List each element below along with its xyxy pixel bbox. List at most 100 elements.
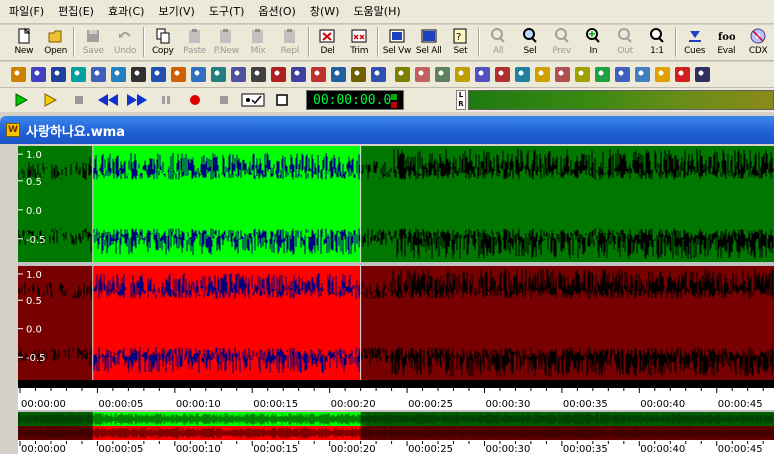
effect-button-25[interactable] <box>492 64 512 86</box>
toolbar-button-label: In <box>589 46 598 56</box>
save-disk-icon <box>84 27 102 45</box>
effect-button-18[interactable] <box>348 64 368 86</box>
menu-window[interactable]: 창(W) <box>303 2 347 22</box>
effect-button-8[interactable] <box>148 64 168 86</box>
toolbar-button-1-1[interactable]: 1:1 <box>641 26 673 60</box>
monitor-toggle-button[interactable] <box>238 90 267 110</box>
effect-button-27[interactable] <box>532 64 552 86</box>
fast-forward-button[interactable] <box>122 90 151 110</box>
toolbar-button-mix[interactable]: Mix <box>242 26 274 60</box>
effect-button-21[interactable] <box>412 64 432 86</box>
menu-effects[interactable]: 효과(C) <box>101 2 152 22</box>
effect-button-6[interactable] <box>108 64 128 86</box>
effect-button-17[interactable] <box>328 64 348 86</box>
effect-button-24[interactable] <box>472 64 492 86</box>
document-title-bar[interactable]: W 사랑하나요.wma <box>0 116 774 144</box>
effect-button-30[interactable] <box>592 64 612 86</box>
toolbar-button-label: Sel All <box>415 46 442 56</box>
toolbar-button-cdx[interactable]: CDX <box>742 26 774 60</box>
effect-button-16[interactable] <box>308 64 328 86</box>
waveform-area[interactable]: 1.0 0.5 0.0 -0.5 1.0 0.5 0.0 -0.5 00:00:00 00:00:… <box>18 146 774 454</box>
time-ruler-overview[interactable]: 00:00:00 00:00:05 00:00:10 00:00:15 00:00:20… <box>18 440 774 454</box>
toolbar-button-open[interactable]: Open <box>40 26 72 60</box>
window-icon <box>275 94 288 106</box>
effect-button-3[interactable] <box>48 64 68 86</box>
menu-tools[interactable]: 도구(T) <box>202 2 252 22</box>
effect-24-icon <box>474 67 490 82</box>
toolbar-button-in[interactable]: In <box>578 26 610 60</box>
toolbar-button-label: Repl <box>280 46 300 56</box>
effect-button-32[interactable] <box>632 64 652 86</box>
overview-strip[interactable] <box>18 412 774 440</box>
toolbar-button-sel-all[interactable]: Sel All <box>413 26 445 60</box>
effect-button-7[interactable] <box>128 64 148 86</box>
effect-15-icon <box>290 67 306 82</box>
effect-button-28[interactable] <box>552 64 572 86</box>
document-window: W 사랑하나요.wma 1.0 0.5 0.0 -0.5 1.0 0.5 0.0 -0.5 00… <box>0 116 774 454</box>
pause-button[interactable] <box>151 90 180 110</box>
play-button[interactable] <box>6 90 35 110</box>
toolbar-button-cues[interactable]: Cues <box>679 26 711 60</box>
effect-button-31[interactable] <box>612 64 632 86</box>
effect-button-20[interactable] <box>392 64 412 86</box>
horizontal-scroll-band[interactable] <box>18 380 774 388</box>
menu-edit[interactable]: 편집(E) <box>51 2 101 22</box>
effect-button-11[interactable] <box>208 64 228 86</box>
ruler-time-label: 00:00:30 <box>485 399 530 410</box>
effect-button-34[interactable] <box>672 64 692 86</box>
trim-icon <box>350 27 368 45</box>
toolbar-button-eval[interactable]: foo Eval <box>710 26 742 60</box>
stop-record-button[interactable] <box>209 90 238 110</box>
play-looped-button[interactable] <box>35 90 64 110</box>
stop-button[interactable] <box>64 90 93 110</box>
toolbar-button-paste[interactable]: Paste <box>179 26 211 60</box>
transport-bar: 00:00:00.0 L R <box>0 88 774 112</box>
window-mode-button[interactable] <box>267 90 296 110</box>
effect-button-19[interactable] <box>368 64 388 86</box>
toolbar-button-set[interactable]: ? Set <box>445 26 477 60</box>
ruler-time-label: 00:00:05 <box>98 444 143 454</box>
effect-button-35[interactable] <box>692 64 712 86</box>
effect-button-9[interactable] <box>168 64 188 86</box>
waveform-channel-right[interactable]: 1.0 0.5 0.0 -0.5 <box>18 266 774 380</box>
amplitude-label: 1.0 <box>26 150 42 161</box>
effect-button-26[interactable] <box>512 64 532 86</box>
effect-button-33[interactable] <box>652 64 672 86</box>
effect-button-5[interactable] <box>88 64 108 86</box>
toolbar-button-del[interactable]: Del <box>312 26 344 60</box>
menu-view[interactable]: 보기(V) <box>151 2 201 22</box>
effect-button-2[interactable] <box>28 64 48 86</box>
effect-button-10[interactable] <box>188 64 208 86</box>
toolbar-button-save[interactable]: Save <box>77 26 109 60</box>
fast-forward-icon <box>126 94 147 106</box>
toolbar-button-undo[interactable]: Undo <box>109 26 141 60</box>
toolbar-button-all[interactable]: All <box>482 26 514 60</box>
record-button[interactable] <box>180 90 209 110</box>
toolbar-button-new[interactable]: New <box>8 26 40 60</box>
effect-button-1[interactable] <box>8 64 28 86</box>
time-ruler-main[interactable]: 00:00:00 00:00:05 00:00:10 00:00:15 00:00:20… <box>18 388 774 410</box>
rewind-button[interactable] <box>93 90 122 110</box>
effect-button-22[interactable] <box>432 64 452 86</box>
menu-file[interactable]: 파일(F) <box>2 2 51 22</box>
toolbar-button-sel-vw[interactable]: Sel Vw <box>381 26 413 60</box>
menu-help[interactable]: 도움말(H) <box>346 2 407 22</box>
waveform-channel-left[interactable]: 1.0 0.5 0.0 -0.5 <box>18 146 774 262</box>
toolbar-button-label: 1:1 <box>650 46 664 56</box>
toolbar-button-trim[interactable]: Trim <box>343 26 375 60</box>
toolbar-button-repl[interactable]: Repl <box>274 26 306 60</box>
toolbar-button-sel[interactable]: Sel <box>514 26 546 60</box>
effect-button-29[interactable] <box>572 64 592 86</box>
menu-options[interactable]: 옵션(O) <box>251 2 302 22</box>
effect-button-23[interactable] <box>452 64 472 86</box>
effect-button-12[interactable] <box>228 64 248 86</box>
toolbar-button-copy[interactable]: Copy <box>147 26 179 60</box>
effect-button-14[interactable] <box>268 64 288 86</box>
effect-4-icon <box>70 67 86 82</box>
toolbar-button-p-new[interactable]: P.New <box>210 26 242 60</box>
effect-button-4[interactable] <box>68 64 88 86</box>
effect-button-15[interactable] <box>288 64 308 86</box>
toolbar-button-out[interactable]: Out <box>609 26 641 60</box>
effect-button-13[interactable] <box>248 64 268 86</box>
toolbar-button-prev[interactable]: Prev <box>546 26 578 60</box>
